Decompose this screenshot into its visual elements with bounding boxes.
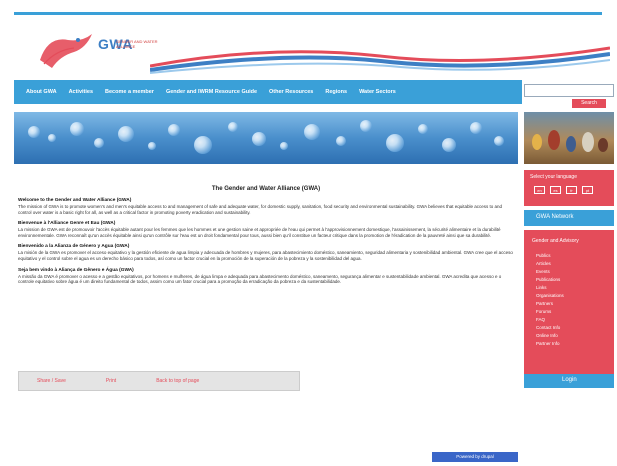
sidebar-item[interactable]: Online Info [532, 332, 606, 340]
nav-item-about[interactable]: About GWA [20, 89, 63, 95]
search-input[interactable] [524, 84, 614, 97]
intro-paragraph-pt: Seja bem vindo à Aliança de Gênero e Águ… [18, 268, 514, 285]
search-button[interactable]: Search [572, 99, 606, 108]
nav-item-activities[interactable]: Activities [63, 89, 99, 95]
paragraph-body: The mission of GWA is to promote women's… [18, 204, 502, 215]
sidebar-item[interactable]: Partners [532, 300, 606, 308]
sidebar-item[interactable]: Organisations [532, 292, 606, 300]
sidebar-item[interactable]: Forums [532, 308, 606, 316]
content-footer-bar: Share / Save Print Back to top of page [18, 371, 300, 391]
sidebar-item[interactable]: Publics [532, 252, 606, 260]
sidebar-item[interactable]: Partner Info [532, 340, 606, 348]
powered-by-badge[interactable]: Powered by drupal [432, 452, 518, 462]
sidebar-item[interactable]: Links [532, 284, 606, 292]
paragraph-body: La mission de GWA est de promouvoir l'ac… [18, 227, 501, 238]
sidebar-item[interactable]: Articles [532, 260, 606, 268]
language-flag-fr[interactable]: fr [566, 186, 577, 194]
sidebar-login[interactable]: Login [524, 374, 614, 388]
intro-paragraph-en: Welcome to the Gender and Water Alliance… [18, 198, 514, 215]
sidebar-item[interactable]: Publications [532, 276, 606, 284]
intro-paragraph-fr: Bienvenue à l'Alliance Genre et Eau (GWA… [18, 221, 514, 238]
water-drops-banner [14, 112, 518, 164]
nav-item-other-resources[interactable]: Other Resources [263, 89, 319, 95]
page-title: The Gender and Water Alliance (GWA) [211, 186, 321, 192]
sidebar-nav: Gender and Advisory Publics Articles Eve… [524, 230, 614, 374]
language-flag-en[interactable]: en [534, 186, 545, 194]
intro-paragraph-es: Bienvenido a la Alianza de Género y Agua… [18, 244, 514, 261]
sidebar-item[interactable]: Events [532, 268, 606, 276]
sidebar-header: GWA Network [524, 210, 614, 226]
language-flag-es[interactable]: es [550, 186, 561, 194]
nav-item-regions[interactable]: Regions [319, 89, 353, 95]
logo-mark-icon [40, 34, 92, 68]
header-wave-graphic [150, 46, 610, 74]
nav-item-water-sectors[interactable]: Water Sectors [353, 89, 402, 95]
sidebar-item[interactable]: FAQ [532, 316, 606, 324]
main-content: The Gender and Water Alliance (GWA) Welc… [18, 186, 514, 291]
language-flags: en es fr pt [524, 184, 614, 194]
nav-item-become-member[interactable]: Become a member [99, 89, 160, 95]
language-selector-panel: Select your language en es fr pt [524, 170, 614, 206]
sidebar-nav-title: Gender and Advisory [532, 238, 579, 244]
nav-item-resource-guide[interactable]: Gender and IWRM Resource Guide [160, 89, 263, 95]
share-save-link[interactable]: Share / Save [37, 378, 66, 384]
paragraph-body: A missão da GWA é promover o acesso e a … [18, 273, 502, 285]
print-link[interactable]: Print [106, 378, 116, 384]
community-photo [524, 112, 614, 164]
top-rule [14, 12, 602, 15]
language-flag-pt[interactable]: pt [582, 186, 593, 194]
sidebar-item[interactable]: Contact Info [532, 324, 606, 332]
paragraph-body: La misión de la GWA es promover el acces… [18, 250, 513, 261]
back-to-top-link[interactable]: Back to top of page [156, 378, 199, 384]
main-navbar: About GWA Activities Become a member Gen… [14, 80, 522, 104]
language-selector-title: Select your language [530, 174, 577, 180]
